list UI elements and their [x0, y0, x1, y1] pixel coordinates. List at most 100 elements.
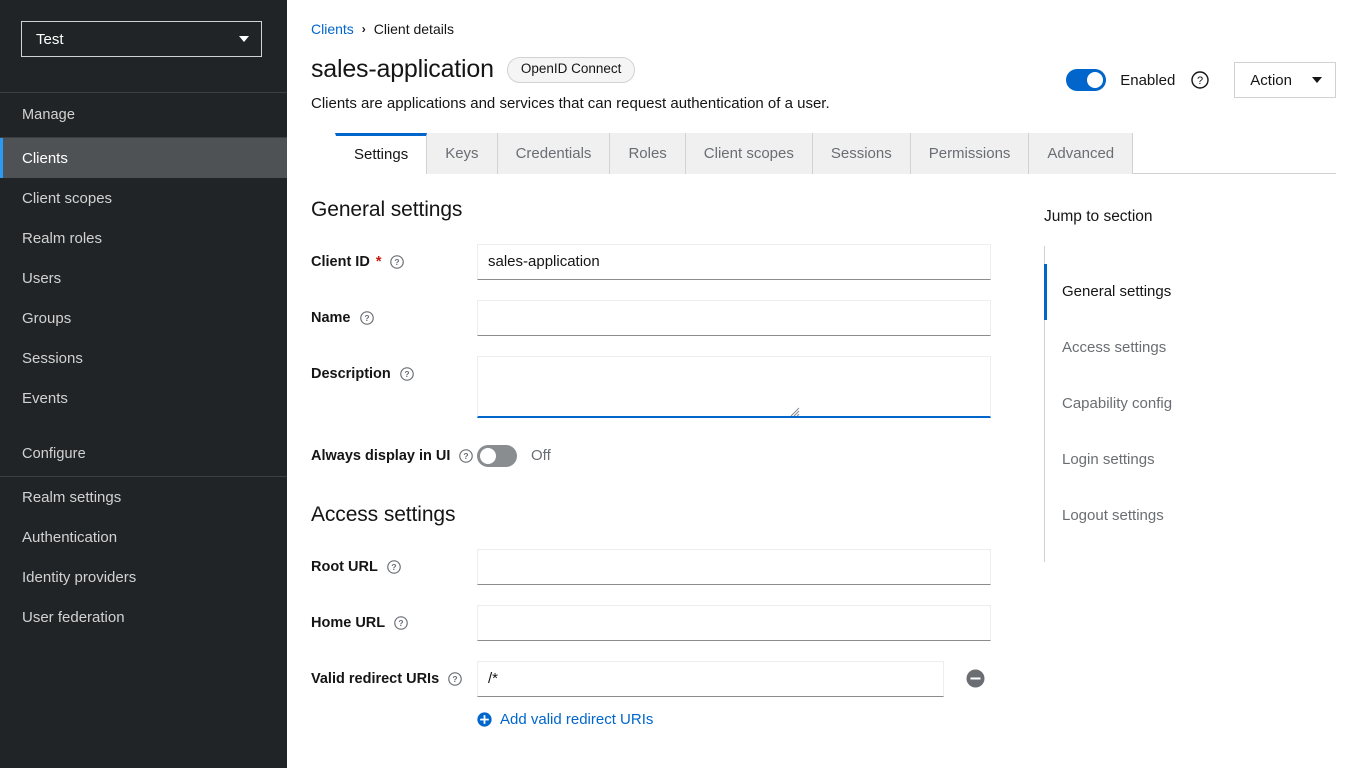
toggle-knob [480, 448, 496, 464]
question-circle-icon[interactable]: ? [1191, 71, 1209, 89]
svg-text:?: ? [464, 451, 469, 461]
label-text: Always display in UI [311, 448, 450, 464]
tab-roles[interactable]: Roles [610, 133, 685, 174]
sidebar-item-user-federation[interactable]: User federation [0, 597, 287, 637]
jump-item-login-settings[interactable]: Login settings [1044, 432, 1360, 488]
form-row-description: Description ? [311, 356, 1022, 418]
tab-label: Advanced [1047, 145, 1114, 162]
enabled-toggle-label: Enabled [1120, 72, 1175, 89]
nav-section-title-manage: Manage [0, 93, 287, 137]
tab-advanced[interactable]: Advanced [1029, 133, 1133, 174]
tab-keys[interactable]: Keys [427, 133, 497, 174]
tab-credentials[interactable]: Credentials [498, 133, 611, 174]
sidebar-item-identity-providers[interactable]: Identity providers [0, 557, 287, 597]
root-url-input[interactable] [477, 549, 991, 585]
sidebar-item-groups[interactable]: Groups [0, 298, 287, 338]
add-valid-redirect-uris-label: Add valid redirect URIs [500, 711, 653, 728]
name-input[interactable] [477, 300, 991, 336]
tab-settings[interactable]: Settings [335, 133, 427, 174]
description-field-area [477, 356, 1022, 418]
home-url-input[interactable] [477, 605, 991, 641]
page-subtitle: Clients are applications and services th… [311, 95, 1066, 112]
realm-select[interactable]: Test [21, 21, 262, 57]
tab-label: Settings [354, 146, 408, 163]
tab-label: Credentials [516, 145, 592, 162]
minus-circle-icon[interactable] [966, 669, 985, 688]
jump-to-section-panel: Jump to section General settings Access … [1022, 174, 1360, 739]
main-content: Clients › Client details sales-applicati… [287, 0, 1360, 768]
home-url-label: Home URL ? [311, 605, 477, 641]
sidebar-item-sessions[interactable]: Sessions [0, 338, 287, 378]
svg-text:?: ? [391, 562, 396, 572]
sidebar-item-label: Client scopes [22, 190, 112, 207]
sidebar-item-label: Events [22, 390, 68, 407]
jump-to-section-list: General settings Access settings Capabil… [1044, 246, 1360, 562]
jump-list-spacer [1045, 544, 1360, 562]
realm-select-value: Test [36, 31, 64, 48]
client-id-label: Client ID * ? [311, 244, 477, 280]
svg-text:?: ? [395, 257, 400, 267]
tab-permissions[interactable]: Permissions [911, 133, 1030, 174]
toggle-knob [1087, 72, 1103, 88]
tab-sessions[interactable]: Sessions [813, 133, 911, 174]
title-line: sales-application OpenID Connect [311, 56, 1066, 84]
enabled-toggle[interactable] [1066, 69, 1106, 91]
question-circle-icon[interactable]: ? [400, 367, 414, 381]
valid-redirect-uri-input[interactable] [477, 661, 944, 697]
sidebar-item-realm-settings[interactable]: Realm settings [0, 477, 287, 517]
sidebar-item-label: Users [22, 270, 61, 287]
jump-list-spacer [1045, 246, 1360, 264]
jump-item-general-settings[interactable]: General settings [1044, 264, 1360, 320]
svg-text:?: ? [399, 618, 404, 628]
breadcrumb: Clients › Client details [311, 18, 1336, 40]
add-valid-redirect-uris-button[interactable]: Add valid redirect URIs [477, 711, 653, 728]
question-circle-icon[interactable]: ? [448, 672, 462, 686]
jump-item-label: Access settings [1062, 339, 1166, 356]
caret-down-icon [1312, 77, 1322, 83]
header-actions: Enabled ? Action [1066, 56, 1336, 98]
svg-text:?: ? [364, 313, 369, 323]
jump-item-label: Logout settings [1062, 507, 1164, 524]
form-row-valid-redirect-uris: Valid redirect URIs ? [311, 661, 1022, 728]
question-circle-icon[interactable]: ? [390, 255, 404, 269]
sidebar-item-label: Sessions [22, 350, 83, 367]
always-display-state-label: Off [531, 447, 551, 464]
valid-redirect-uri-row [477, 661, 1022, 697]
svg-text:?: ? [1197, 75, 1203, 87]
nav-gap [0, 418, 287, 432]
sidebar-item-users[interactable]: Users [0, 258, 287, 298]
page-header: Clients › Client details sales-applicati… [287, 0, 1360, 174]
settings-form: General settings Client ID * ? [287, 174, 1022, 739]
sidebar-item-realm-roles[interactable]: Realm roles [0, 218, 287, 258]
sidebar-item-label: Identity providers [22, 569, 136, 586]
breadcrumb-link-clients[interactable]: Clients [311, 21, 354, 37]
jump-item-logout-settings[interactable]: Logout settings [1044, 488, 1360, 544]
form-row-client-id: Client ID * ? [311, 244, 1022, 280]
tab-client-scopes[interactable]: Client scopes [686, 133, 813, 174]
sidebar-item-authentication[interactable]: Authentication [0, 517, 287, 557]
always-display-toggle[interactable] [477, 445, 517, 467]
client-id-field-area [477, 244, 1022, 280]
question-circle-icon[interactable]: ? [387, 560, 401, 574]
question-circle-icon[interactable]: ? [459, 449, 473, 463]
keycloak-admin-console: Test Manage Clients Client scopes Realm … [0, 0, 1360, 768]
breadcrumb-separator-icon: › [362, 23, 366, 35]
label-text: Home URL [311, 615, 385, 631]
label-text: Name [311, 310, 351, 326]
jump-item-label: General settings [1062, 283, 1171, 300]
sidebar-item-events[interactable]: Events [0, 378, 287, 418]
status-badge-protocol: OpenID Connect [507, 57, 636, 83]
jump-item-capability-config[interactable]: Capability config [1044, 376, 1360, 432]
sidebar-item-clients[interactable]: Clients [0, 138, 287, 178]
tab-label: Permissions [929, 145, 1011, 162]
action-button[interactable]: Action [1234, 62, 1336, 98]
name-label: Name ? [311, 300, 477, 336]
client-id-input[interactable] [477, 244, 991, 280]
question-circle-icon[interactable]: ? [360, 311, 374, 325]
sidebar-item-client-scopes[interactable]: Client scopes [0, 178, 287, 218]
jump-item-access-settings[interactable]: Access settings [1044, 320, 1360, 376]
valid-redirect-uris-label: Valid redirect URIs ? [311, 661, 477, 697]
label-text: Description [311, 366, 391, 382]
question-circle-icon[interactable]: ? [394, 616, 408, 630]
description-textarea[interactable] [477, 356, 991, 418]
